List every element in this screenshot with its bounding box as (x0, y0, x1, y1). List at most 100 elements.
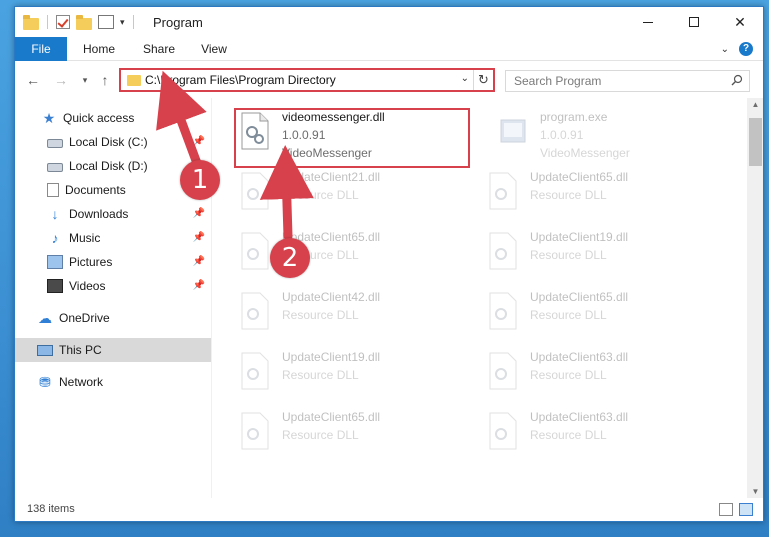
star-icon: ★ (42, 110, 56, 126)
sidebar-item-videos[interactable]: Videos 📌 (15, 274, 211, 298)
sidebar-item-local-disk-c[interactable]: Local Disk (C:) 📌 (15, 130, 211, 154)
close-button[interactable]: ✕ (717, 7, 763, 37)
folder-icon (127, 75, 141, 86)
downloads-icon: ↓ (51, 206, 59, 222)
minimize-button[interactable] (625, 7, 671, 37)
address-path[interactable]: C:\Program Files\Program Directory (145, 73, 336, 87)
dll-file-icon (489, 172, 517, 210)
file-tile[interactable]: UpdateClient63.dll Resource DLL (480, 406, 720, 462)
toolbar-divider (132, 15, 134, 29)
chevron-down-icon[interactable]: ⌄ (461, 73, 469, 84)
drive-icon (47, 138, 63, 148)
tab-file[interactable]: File (15, 37, 67, 61)
item-count: 138 items (27, 503, 75, 515)
up-arrow-icon[interactable]: ↑ (97, 72, 113, 88)
sidebar-item-label: Downloads (69, 207, 129, 221)
tab-view[interactable]: View (191, 37, 237, 61)
file-tile[interactable]: UpdateClient65.dll Resource DLL (232, 406, 472, 462)
file-description: VideoMessenger (540, 146, 630, 160)
file-type: Resource DLL (282, 188, 359, 202)
network-icon: ⛃ (39, 374, 51, 390)
file-name: UpdateClient19.dll (530, 230, 629, 244)
maximize-button[interactable] (671, 7, 717, 37)
file-tile[interactable]: UpdateClient19.dll Resource DLL (480, 226, 720, 282)
sidebar-item-this-pc[interactable]: This PC (15, 338, 211, 362)
address-bar[interactable]: C:\Program Files\Program Directory ⌄ ↻ (119, 68, 495, 92)
file-type: Resource DLL (530, 188, 607, 202)
back-arrow-icon[interactable]: ← (25, 72, 41, 88)
minimize-icon (643, 21, 653, 23)
sidebar-item-label: This PC (59, 343, 102, 357)
scroll-up-icon[interactable]: ▲ (747, 100, 763, 109)
properties-icon[interactable] (98, 15, 114, 29)
quick-access-toolbar: ▾ (23, 15, 136, 30)
music-icon: ♪ (51, 230, 59, 246)
step-badge-2: 2 (270, 238, 310, 278)
sidebar-item-music[interactable]: ♪ Music 📌 (15, 226, 211, 250)
tab-share[interactable]: Share (133, 37, 185, 61)
maximize-icon (689, 17, 699, 27)
help-icon[interactable]: ? (739, 42, 753, 56)
file-name: UpdateClient65.dll (282, 410, 381, 424)
new-folder-icon[interactable] (76, 15, 92, 30)
file-type: Resource DLL (530, 368, 607, 382)
dll-file-icon (489, 412, 517, 450)
expand-ribbon-icon[interactable]: ⌄ (721, 44, 729, 55)
dll-file-icon (241, 292, 269, 330)
pc-icon (37, 344, 53, 356)
navigation-bar: ← → ▾ ↑ C:\Program Files\Program Directo… (15, 62, 763, 98)
file-tile[interactable]: UpdateClient65.dll Resource DLL (480, 286, 720, 342)
documents-icon (47, 183, 59, 197)
sidebar-item-label: Music (69, 231, 101, 245)
search-placeholder: Search Program (514, 74, 602, 88)
scroll-down-icon[interactable]: ▼ (747, 487, 763, 496)
file-explorer-window: ▾ Program ✕ File Home Share View ⌄ ? ← →… (14, 6, 764, 522)
search-input[interactable]: Search Program (505, 70, 750, 92)
file-tile[interactable]: UpdateClient42.dll Resource DLL (232, 286, 472, 342)
file-tile[interactable]: UpdateClient21.dll Resource DLL (232, 166, 472, 222)
exe-file-icon (500, 119, 526, 143)
dll-file-icon (489, 352, 517, 390)
scrollbar-thumb[interactable] (749, 118, 762, 166)
window-controls: ✕ (625, 7, 763, 37)
title-bar: ▾ Program ✕ (15, 7, 763, 37)
properties-check-icon[interactable] (56, 15, 70, 29)
sidebar-item-pictures[interactable]: Pictures 📌 (15, 250, 211, 274)
tiles-view-icon[interactable] (739, 503, 753, 516)
file-type: Resource DLL (530, 308, 607, 322)
onedrive-icon: ☁ (38, 310, 52, 326)
file-name: UpdateClient42.dll (282, 290, 381, 304)
toolbar-divider (47, 15, 48, 29)
pin-icon: 📌 (192, 208, 205, 219)
dll-file-icon (489, 232, 517, 270)
file-type: Resource DLL (282, 368, 359, 382)
window-title: Program (153, 15, 203, 30)
refresh-icon[interactable]: ↻ (473, 70, 493, 90)
file-type: Resource DLL (530, 428, 607, 442)
navigation-pane: ★ Quick access Local Disk (C:) 📌 Local D… (15, 98, 211, 498)
dll-file-icon (241, 352, 269, 390)
forward-arrow-icon[interactable]: → (53, 72, 69, 88)
sidebar-item-label: Local Disk (D:) (69, 159, 148, 173)
sidebar-item-network[interactable]: ⛃ Network (15, 370, 211, 394)
recent-locations-icon[interactable]: ▾ (77, 72, 93, 88)
file-tile[interactable]: UpdateClient19.dll Resource DLL (232, 346, 472, 402)
file-tile[interactable]: program.exe 1.0.0.91 VideoMessenger (490, 106, 730, 162)
file-tile[interactable]: UpdateClient65.dll Resource DLL (232, 226, 472, 282)
details-view-icon[interactable] (719, 503, 733, 516)
sidebar-item-label: Videos (69, 279, 106, 293)
tab-home[interactable]: Home (73, 37, 125, 61)
sidebar-item-quick-access[interactable]: ★ Quick access (15, 106, 211, 130)
chevron-down-icon[interactable]: ▾ (120, 17, 125, 28)
file-tile[interactable]: UpdateClient63.dll Resource DLL (480, 346, 720, 402)
dll-file-icon (489, 292, 517, 330)
dll-file-icon (241, 172, 269, 210)
sidebar-item-onedrive[interactable]: ☁ OneDrive (15, 306, 211, 330)
search-icon[interactable] (731, 74, 743, 86)
file-name: UpdateClient63.dll (530, 350, 629, 364)
ribbon-tabs: File Home Share View ⌄ ? (15, 37, 763, 61)
sidebar-item-downloads[interactable]: ↓ Downloads 📌 (15, 202, 211, 226)
file-type: Resource DLL (282, 428, 359, 442)
vertical-scrollbar[interactable]: ▲ ▼ (747, 98, 763, 498)
file-tile[interactable]: UpdateClient65.dll Resource DLL (480, 166, 720, 222)
